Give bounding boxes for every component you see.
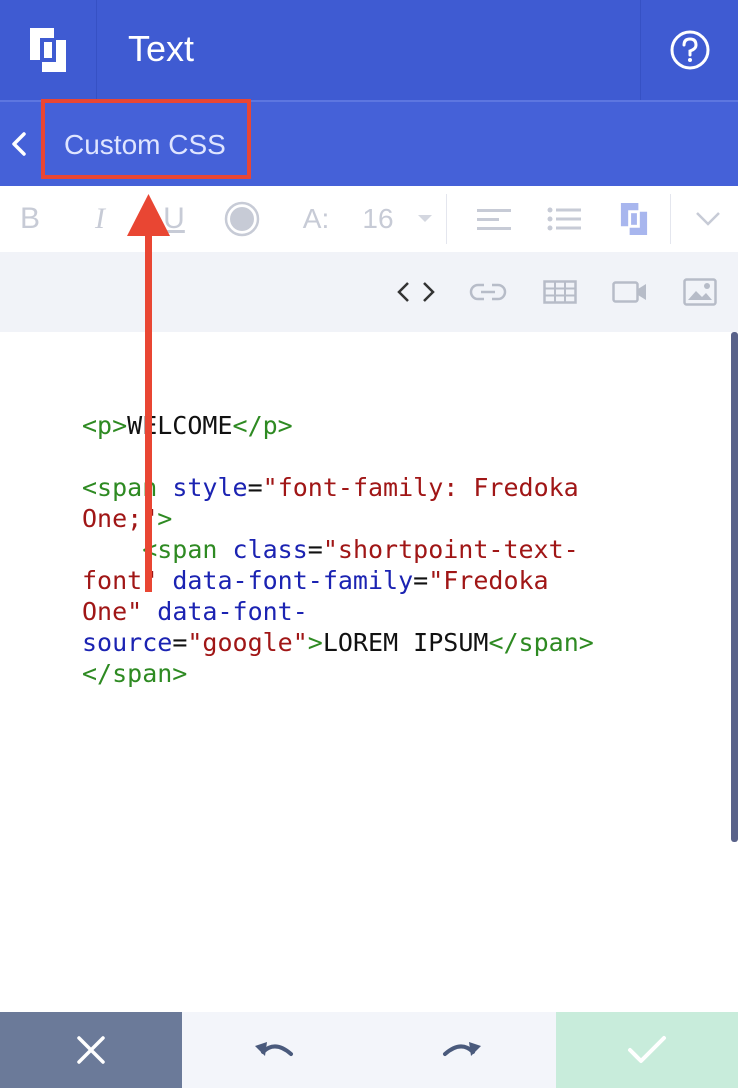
confirm-button[interactable]: [556, 1012, 738, 1088]
code-token: <span: [82, 535, 218, 564]
code-token: LOREM IPSUM: [322, 628, 489, 657]
code-token: class: [217, 535, 308, 564]
code-token: </p>: [232, 411, 293, 440]
code-token: <p>: [82, 411, 128, 440]
font-size-prefix: A:: [302, 203, 330, 234]
page-title: Text: [128, 28, 195, 69]
code-token: WELCOME: [127, 411, 233, 440]
code-token: One;": [82, 504, 158, 533]
code-token: "shortpoint-text-: [322, 535, 579, 564]
code-token: "google": [187, 628, 308, 657]
expand-chevron-icon[interactable]: [688, 186, 728, 252]
code-line: <p>WELCOME</p>: [82, 410, 642, 441]
bold-label: B: [19, 202, 40, 235]
history-controls: [182, 1012, 556, 1088]
font-size-icon: A:: [296, 186, 336, 252]
video-icon[interactable]: [606, 268, 654, 316]
top-bar: Text: [0, 0, 738, 100]
code-editor[interactable]: <p>WELCOME</p> <span style="font-family: …: [0, 332, 738, 1012]
underline-icon[interactable]: U: [152, 186, 196, 252]
shortpoint-logo-icon[interactable]: [0, 0, 97, 100]
format-toolbar: B I U A: 16: [0, 186, 738, 253]
check-icon: [628, 1036, 666, 1063]
image-icon[interactable]: [676, 268, 724, 316]
redo-icon: [443, 1042, 481, 1056]
list-icon[interactable]: [542, 186, 586, 252]
highlight-box: [41, 99, 251, 179]
code-line: <span style="font-family: Fredoka: [82, 472, 642, 503]
html-source[interactable]: <p>WELCOME</p> <span style="font-family: …: [82, 410, 642, 689]
code-line: font" data-font-family="Fredoka: [82, 565, 642, 596]
code-token: =: [307, 535, 323, 564]
chevron-left-icon[interactable]: [4, 122, 34, 166]
italic-label: I: [95, 202, 105, 235]
code-line: </span>: [82, 658, 642, 689]
toolbar-divider: [670, 194, 671, 244]
code-token: data-font-family: [157, 566, 414, 595]
action-footer: [0, 1012, 738, 1088]
code-line: source="google">LOREM IPSUM</span>: [82, 627, 642, 658]
code-token: font": [82, 566, 158, 595]
code-token: =: [413, 566, 429, 595]
toolbar-divider: [446, 194, 447, 244]
editor-scrollbar[interactable]: [731, 332, 738, 842]
code-token: source: [82, 628, 173, 657]
cancel-button[interactable]: [0, 1012, 182, 1088]
code-line: One;">: [82, 503, 642, 534]
code-token: >: [157, 504, 173, 533]
code-view-icon[interactable]: [392, 268, 440, 316]
font-size-select[interactable]: 16: [356, 186, 400, 252]
redo-button[interactable]: [438, 1026, 486, 1074]
bold-icon[interactable]: B: [8, 186, 52, 252]
underline-label: U: [163, 202, 185, 235]
code-token: style: [157, 473, 248, 502]
code-token: =: [247, 473, 263, 502]
code-token: </span>: [488, 628, 594, 657]
code-token: <span: [82, 473, 158, 502]
close-icon: [77, 1036, 105, 1064]
code-token: </span>: [82, 659, 188, 688]
undo-icon: [255, 1042, 293, 1056]
undo-button[interactable]: [250, 1026, 298, 1074]
code-token: data-font-: [142, 597, 308, 626]
link-icon[interactable]: [464, 268, 512, 316]
dropdown-icon[interactable]: [412, 186, 438, 252]
color-circle-icon[interactable]: [220, 186, 264, 252]
font-size-value: 16: [362, 203, 394, 234]
italic-icon[interactable]: I: [78, 186, 122, 252]
code-line: One" data-font-: [82, 596, 642, 627]
code-token: =: [172, 628, 188, 657]
code-token: "Fredoka: [428, 566, 549, 595]
code-token: "font-family: Fredoka: [262, 473, 579, 502]
insert-toolbar: [0, 252, 738, 332]
code-line: <span class="shortpoint-text-: [82, 534, 642, 565]
help-circle-icon[interactable]: [640, 0, 738, 100]
code-token: >: [307, 628, 323, 657]
shortpoint-logo-icon[interactable]: [612, 186, 656, 252]
code-token: One": [82, 597, 143, 626]
align-icon[interactable]: [472, 186, 516, 252]
table-icon[interactable]: [536, 268, 584, 316]
